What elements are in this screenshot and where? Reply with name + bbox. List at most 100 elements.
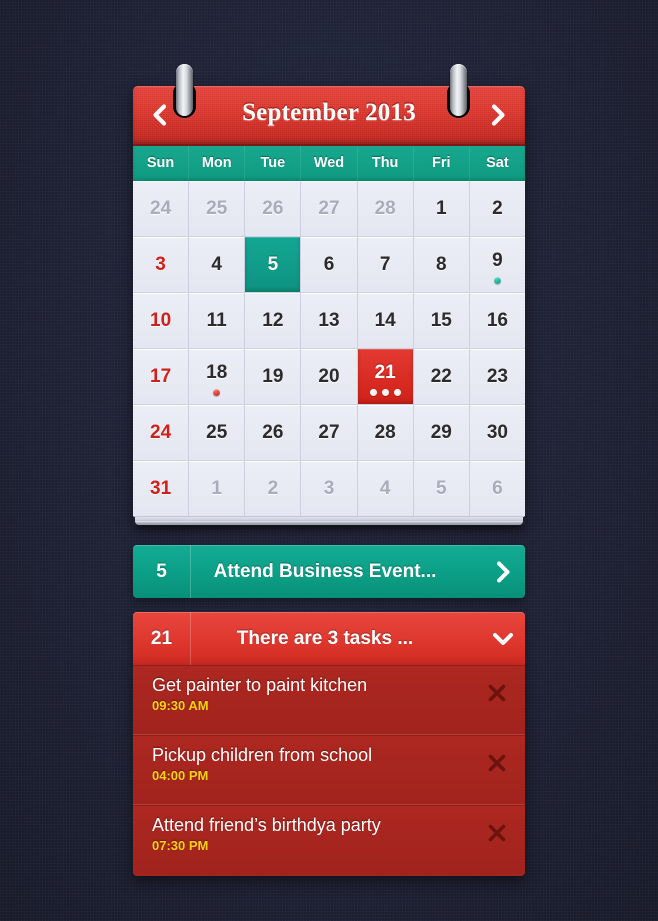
weekday-header: Sun Mon Tue Wed Thu Fri Sat [133,144,525,181]
calendar-day-number: 1 [211,477,222,499]
calendar-day[interactable]: 8 [413,237,469,292]
calendar-day[interactable]: 6 [301,237,357,292]
close-icon[interactable] [486,752,508,774]
calendar-day[interactable]: 1 [189,461,245,516]
calendar-grid: 24 25 26 27 28 1 2 3 4 5 6 7 8 9 10 11 12 13 14 15 16 17 18 19 2… [133,181,525,517]
calendar-day-number: 5 [435,477,447,499]
calendar-day[interactable]: 4 [357,461,413,516]
calendar-day-number: 26 [262,197,284,219]
calendar-day[interactable]: 29 [413,405,469,460]
calendar-day[interactable]: 24 [133,405,189,460]
calendar-day[interactable]: 3 [133,237,189,292]
binder-pin-left [176,64,193,116]
close-icon[interactable] [486,822,508,844]
event-indicator-dots [358,389,413,396]
calendar-day-number: 10 [150,309,172,331]
chevron-down-icon[interactable] [481,612,525,665]
calendar-day-number: 12 [262,309,284,331]
calendar-day-number: 16 [486,309,508,331]
calendar-day[interactable]: 25 [189,405,245,460]
task-row[interactable]: Pickup children from school 04:00 PM [133,735,525,805]
calendar-day[interactable]: 23 [469,349,525,404]
calendar-day[interactable]: 28 [357,181,413,236]
calendar-day-number: 2 [267,477,279,499]
calendar-day[interactable]: 22 [413,349,469,404]
calendar-day-number: 4 [379,477,391,499]
calendar-day-number: 2 [492,197,503,219]
task-time: 04:00 PM [152,768,209,783]
event-indicator-dots [470,277,525,284]
task-title: Get painter to paint kitchen [152,675,368,695]
calendar-day-number: 14 [374,309,396,331]
calendar-day[interactable]: 17 [133,349,189,404]
calendar-day[interactable]: 4 [189,237,245,292]
weekday-mon: Mon [189,146,246,181]
calendar-day-number: 5 [267,253,279,275]
task-row[interactable]: Get painter to paint kitchen 09:30 AM [133,665,525,735]
calendar-day-number: 8 [435,253,447,275]
event-dot [369,389,377,396]
calendar-day-number: 3 [155,253,166,275]
binder-ring-right [447,64,470,120]
calendar-day[interactable]: 31 [133,461,189,516]
task-row[interactable]: Attend friend’s birthdya party 07:30 PM [133,805,525,874]
calendar-day-number: 20 [318,365,340,387]
calendar-day[interactable]: 28 [357,405,413,460]
prev-month-button[interactable] [147,102,173,128]
calendar-day[interactable]: 20 [301,349,357,404]
calendar-day[interactable]: 2 [469,181,525,236]
calendar-day[interactable]: 24 [133,181,189,236]
weekday-tue: Tue [245,146,302,181]
calendar-day[interactable]: 26 [245,181,301,236]
tasks-bar[interactable]: 21 There are 3 tasks ... [133,612,525,665]
chevron-right-icon[interactable] [481,545,525,598]
weekday-sat: Sat [486,155,509,171]
event-dot [393,389,401,396]
calendar-day[interactable]: 25 [189,181,245,236]
calendar-day[interactable]: 14 [357,293,413,348]
calendar-day[interactable]: 10 [133,293,189,348]
event-dot [213,389,221,396]
calendar-day[interactable]: 18 [189,349,245,404]
event-bar[interactable]: 5 Attend Business Event... [133,545,525,598]
calendar-day[interactable]: 5 [245,237,301,292]
calendar-day-number: 28 [374,421,396,443]
calendar-day[interactable]: 13 [301,293,357,348]
calendar-day[interactable]: 2 [245,461,301,516]
task-list: Get painter to paint kitchen 09:30 AM Pick… [133,665,525,876]
calendar-day[interactable]: 30 [469,405,525,460]
calendar-day[interactable]: 7 [357,237,413,292]
calendar-day[interactable]: 26 [245,405,301,460]
calendar-day[interactable]: 3 [301,461,357,516]
calendar-day[interactable]: 9 [469,237,525,292]
calendar-day-number: 9 [492,249,503,271]
calendar-card: September 2013 Sun Mon Tue Wed Thu Fri Sat 24 2… [133,64,525,525]
event-bar-date: 5 [133,545,191,598]
calendar-day[interactable]: 27 [301,405,357,460]
calendar-day[interactable]: 16 [469,293,525,348]
calendar-day[interactable]: 19 [245,349,301,404]
calendar-day[interactable]: 27 [301,181,357,236]
calendar-day-number: 31 [150,477,172,499]
calendar-day-number: 15 [430,309,452,331]
task-time: 09:30 AM [152,698,209,713]
calendar-day-number: 6 [323,253,335,275]
binder-pin-right [450,64,467,116]
close-icon[interactable] [486,682,508,704]
calendar-day[interactable]: 21 [357,349,413,404]
next-month-button[interactable] [485,102,511,128]
calendar-day[interactable]: 1 [413,181,469,236]
event-indicator-dots [189,389,244,396]
weekday-fri: Fri [414,146,470,181]
event-dot [381,389,389,396]
task-title: Attend friend’s birthdya party [152,815,381,835]
calendar-day-number: 4 [211,253,222,275]
calendar-day[interactable]: 12 [245,293,301,348]
calendar-day[interactable]: 11 [189,293,245,348]
calendar-day-number: 26 [262,421,284,443]
calendar-day[interactable]: 6 [469,461,525,516]
calendar-day[interactable]: 5 [413,461,469,516]
calendar-day-number: 24 [150,197,172,219]
calendar-day-number: 19 [262,365,284,387]
calendar-day[interactable]: 15 [413,293,469,348]
